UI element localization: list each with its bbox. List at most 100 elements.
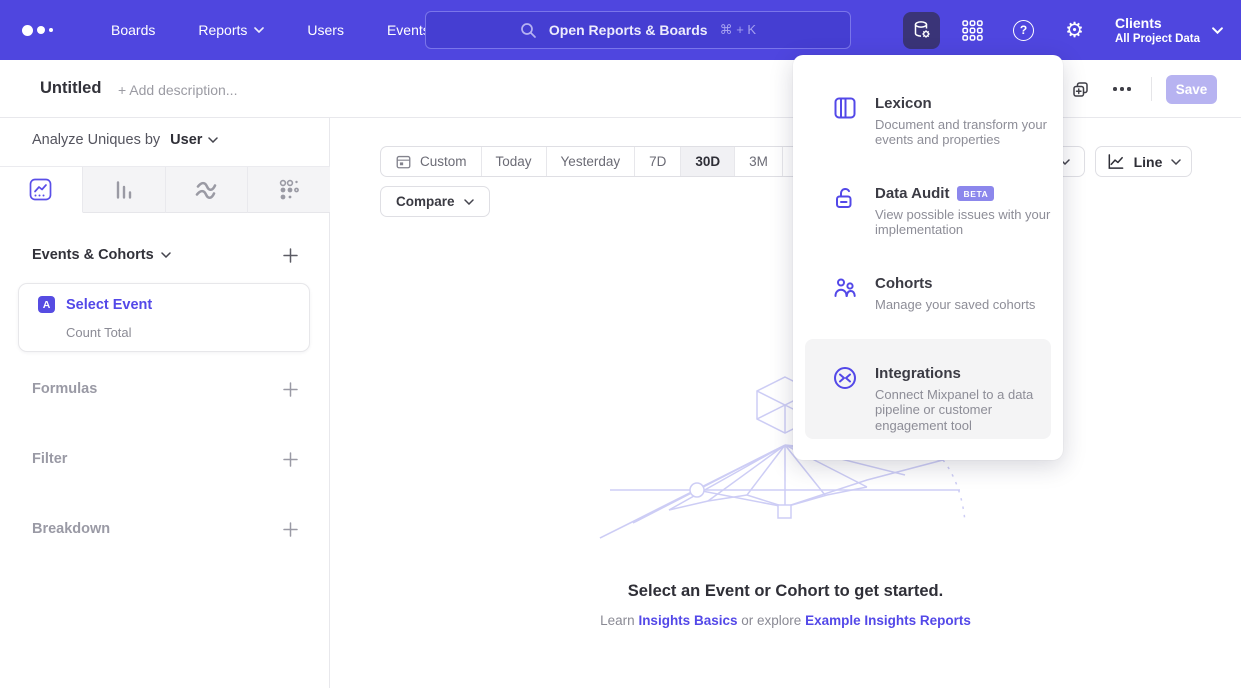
menu-item-description: Document and transform your events and p… [875, 117, 1061, 148]
example-reports-link[interactable]: Example Insights Reports [805, 613, 971, 628]
logo-dot [49, 28, 53, 32]
date-range-today[interactable]: Today [482, 147, 547, 176]
add-event-button[interactable] [279, 244, 301, 266]
data-management-button[interactable] [903, 12, 940, 49]
query-builder-sidebar: Analyze Uniques by User [0, 118, 330, 688]
project-switcher[interactable]: Clients All Project Data [1115, 15, 1223, 46]
formulas-section: Formulas [32, 376, 301, 402]
apps-grid-button[interactable] [954, 12, 991, 49]
nav-item-users[interactable]: Users [307, 22, 344, 38]
menu-item-title: Cohorts [875, 275, 933, 292]
events-cohorts-header[interactable]: Events & Cohorts [32, 247, 171, 263]
gear-icon: ⚙ [1065, 20, 1084, 41]
chevron-down-icon [464, 199, 474, 205]
date-range-label: 30D [695, 154, 720, 169]
menu-item-integrations[interactable]: Integrations Connect Mixpanel to a data … [805, 339, 1051, 439]
date-range-label: 3M [749, 154, 768, 169]
menu-item-data-audit[interactable]: Data Audit BETA View possible issues wit… [793, 159, 1063, 249]
analyze-uniques-row: Analyze Uniques by User [32, 132, 218, 148]
integrations-sync-icon [832, 365, 858, 391]
save-button[interactable]: Save [1166, 75, 1217, 104]
compare-label: Compare [396, 194, 455, 209]
date-range-control: Custom Today Yesterday 7D 30D 3M 6M [380, 146, 831, 177]
menu-item-title: Lexicon [875, 95, 932, 112]
count-total-selector[interactable]: Count Total [66, 325, 132, 340]
nav-item-boards[interactable]: Boards [111, 22, 155, 38]
nav-label: Events [387, 22, 430, 38]
date-range-label: Custom [420, 154, 467, 169]
nav-item-events[interactable]: Events [387, 22, 430, 38]
duplicate-button[interactable] [1065, 74, 1095, 104]
date-range-custom[interactable]: Custom [381, 147, 482, 176]
add-breakdown-button[interactable] [279, 518, 301, 540]
insights-chart-icon [29, 178, 52, 201]
date-range-label: Today [496, 154, 532, 169]
plus-icon [283, 382, 298, 397]
breakdown-label: Breakdown [32, 521, 110, 537]
global-search-input[interactable]: Open Reports & Boards ⌘ + K [425, 11, 851, 49]
add-description-field[interactable]: + Add description... [118, 82, 237, 98]
settings-button[interactable]: ⚙ [1056, 12, 1093, 49]
analyze-label: Analyze Uniques by [32, 132, 160, 148]
empty-state-title: Select an Event or Cohort to get started… [330, 582, 1241, 601]
divider [1151, 77, 1152, 101]
tab-flows[interactable] [166, 167, 249, 213]
data-management-dropdown: Lexicon Document and transform your even… [793, 55, 1063, 460]
date-range-3m[interactable]: 3M [735, 147, 783, 176]
bar-chart-icon [113, 179, 135, 201]
line-chart-icon [1106, 152, 1125, 171]
empty-state-subtitle: Learn Insights Basics or explore Example… [330, 613, 1241, 628]
database-gear-icon [911, 19, 933, 41]
logo-dot [22, 25, 33, 36]
more-options-button[interactable] [1107, 74, 1137, 104]
chevron-down-icon [161, 252, 171, 258]
chart-type-label: Line [1134, 154, 1163, 170]
data-audit-lock-icon [832, 185, 858, 211]
date-range-label: Yesterday [561, 154, 621, 169]
menu-item-cohorts[interactable]: Cohorts Manage your saved cohorts [793, 249, 1063, 339]
tab-bar-chart[interactable] [83, 167, 166, 213]
filter-label: Filter [32, 451, 67, 467]
chart-area: Custom Today Yesterday 7D 30D 3M 6M Comp… [330, 118, 1241, 688]
menu-item-lexicon[interactable]: Lexicon Document and transform your even… [793, 69, 1063, 159]
chevron-down-icon [254, 27, 264, 33]
help-button[interactable]: ? [1005, 12, 1042, 49]
nav-label: Users [307, 22, 344, 38]
beta-badge: BETA [957, 186, 994, 201]
menu-item-title: Data Audit [875, 185, 949, 202]
date-range-label: 7D [649, 154, 666, 169]
date-range-yesterday[interactable]: Yesterday [547, 147, 636, 176]
analyze-by-selector[interactable]: User [170, 132, 218, 148]
formulas-label: Formulas [32, 381, 97, 397]
nav-label: Boards [111, 22, 155, 38]
nav-item-reports[interactable]: Reports [198, 22, 264, 38]
add-filter-button[interactable] [279, 448, 301, 470]
nav-right-tools: ? ⚙ Clients All Project Data [889, 0, 1223, 60]
ellipsis-icon [1113, 87, 1131, 91]
copy-plus-icon [1071, 80, 1090, 99]
search-icon [520, 22, 537, 39]
breakdown-section: Breakdown [32, 516, 301, 542]
mixpanel-insights-screen: Boards Reports Users Events Open Reports… [0, 0, 1241, 688]
insights-basics-link[interactable]: Insights Basics [638, 613, 737, 628]
search-placeholder: Open Reports & Boards [549, 22, 708, 38]
menu-item-description: Manage your saved cohorts [875, 297, 1061, 312]
question-mark-icon: ? [1013, 20, 1034, 41]
date-range-30d[interactable]: 30D [681, 147, 735, 176]
event-row-card[interactable]: A Select Event Count Total [18, 283, 310, 352]
add-formula-button[interactable] [279, 378, 301, 400]
mixpanel-logo[interactable] [22, 25, 68, 36]
grid-icon [961, 19, 984, 42]
menu-item-description: Connect Mixpanel to a data pipeline or c… [875, 387, 1061, 433]
chevron-down-icon [1212, 27, 1223, 34]
select-event-button[interactable]: Select Event [66, 297, 152, 313]
date-range-7d[interactable]: 7D [635, 147, 681, 176]
report-title[interactable]: Untitled [40, 79, 101, 98]
tab-insights-line[interactable] [0, 167, 83, 213]
compare-button[interactable]: Compare [380, 186, 490, 217]
event-letter-badge: A [38, 296, 55, 313]
chart-type-tabs [0, 166, 330, 213]
top-nav: Boards Reports Users Events Open Reports… [0, 0, 1241, 60]
tab-retention[interactable] [248, 167, 330, 213]
chart-type-selector[interactable]: Line [1095, 146, 1192, 177]
